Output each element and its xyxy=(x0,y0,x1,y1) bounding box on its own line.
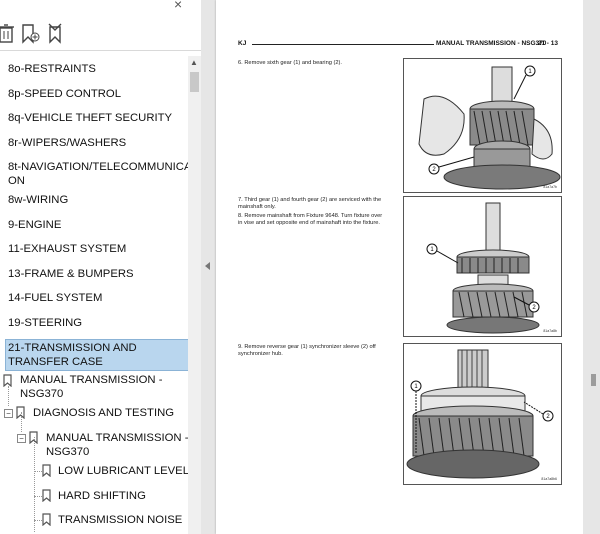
bookmark-icon xyxy=(16,406,25,419)
bookmark-item[interactable]: 8r-WIPERS/WASHERS xyxy=(8,136,126,150)
scrollbar-thumb[interactable] xyxy=(591,374,596,386)
collapse-toggle[interactable]: − xyxy=(17,434,26,443)
bookmark-item-continuation[interactable]: NSG370 xyxy=(20,387,63,401)
gear-illustration: 1 2 xyxy=(406,349,554,479)
bookmark-item-selected[interactable]: 21-TRANSMISSION AND TRANSFER CASE xyxy=(5,339,191,371)
tree-connector xyxy=(34,437,35,532)
bookmark-item[interactable]: 13-FRAME & BUMPERS xyxy=(8,267,134,281)
bookmarks-scrollbar[interactable]: ▲ xyxy=(188,56,201,534)
bookmark-item[interactable]: 9-ENGINE xyxy=(8,218,61,232)
bookmark-item[interactable]: 19-STEERING xyxy=(8,316,82,330)
bookmark-item[interactable]: 8q-VEHICLE THEFT SECURITY xyxy=(8,111,172,125)
bookmark-item[interactable]: 14-FUEL SYSTEM xyxy=(8,291,102,305)
collapse-panel-arrow-icon[interactable] xyxy=(205,262,210,270)
header-rule xyxy=(252,44,434,45)
scrollbar-thumb[interactable] xyxy=(190,72,199,92)
figure-id: 81a7a8b xyxy=(543,329,557,333)
collapse-toggle[interactable]: − xyxy=(4,409,13,418)
bookmark-item[interactable]: 8t-NAVIGATION/TELECOMMUNICATI xyxy=(8,160,201,174)
header-title: MANUAL TRANSMISSION - NSG370 xyxy=(436,40,547,47)
figure-sixth-gear: 1 2 81a7a7b xyxy=(403,58,562,193)
figure-reverse-gear: 1 2 81a7a8b6 xyxy=(403,343,562,485)
bookmark-tree: 8o-RESTRAINTS 8p-SPEED CONTROL 8q-VEHICL… xyxy=(0,56,201,534)
bookmark-item[interactable]: HARD SHIFTING xyxy=(58,489,146,503)
step-text: 6. Remove sixth gear (1) and bearing (2)… xyxy=(238,60,343,66)
tree-connector xyxy=(8,386,9,406)
figure-id: 81a7a8b6 xyxy=(541,477,557,481)
bookmark-item[interactable]: TRANSMISSION NOISE xyxy=(58,513,182,527)
bookmark-item[interactable]: 8w-WIRING xyxy=(8,193,68,207)
bookmark-icon xyxy=(42,489,51,502)
step-text: 9. Remove reverse gear (1) synchronizer … xyxy=(238,344,376,357)
gear-illustration: 1 2 xyxy=(426,202,540,334)
bookmark-item[interactable]: 8p-SPEED CONTROL xyxy=(8,87,121,101)
tree-connector xyxy=(34,520,42,521)
bookmark-item[interactable]: LOW LUBRICANT LEVEL xyxy=(58,464,189,478)
bookmark-icon xyxy=(42,464,51,477)
delete-bookmark-icon[interactable] xyxy=(0,22,16,44)
bookmark-item[interactable]: 8o-RESTRAINTS xyxy=(8,62,96,76)
panel-splitter[interactable] xyxy=(201,0,216,534)
pdf-page: KJ MANUAL TRANSMISSION - NSG370 21 - 13 … xyxy=(216,0,583,534)
new-bookmark-icon[interactable] xyxy=(20,22,40,44)
panel-titlebar: × xyxy=(0,0,201,14)
bookmarks-panel: × 8o-RESTRAINTS 8p-SPEED CONTROL 8q-VEHI… xyxy=(0,0,201,534)
tree-connector xyxy=(34,471,42,472)
bookmark-item[interactable]: MANUAL TRANSMISSION - xyxy=(46,431,189,445)
bookmark-item[interactable]: MANUAL TRANSMISSION - xyxy=(20,373,163,387)
tree-connector xyxy=(34,496,42,497)
bookmark-item[interactable]: DIAGNOSIS AND TESTING xyxy=(33,406,174,420)
document-scrollbar[interactable] xyxy=(583,0,600,534)
header-page-number: 21 - 13 xyxy=(537,40,558,47)
bookmark-toolbar xyxy=(0,18,201,51)
header-model: KJ xyxy=(238,40,247,47)
page-header: KJ MANUAL TRANSMISSION - NSG370 21 - 13 xyxy=(238,40,558,52)
figure-mainshaft: 1 2 81a7a8b xyxy=(403,196,562,337)
step-text: 8. Remove mainshaft from Fixture 9648. T… xyxy=(238,213,383,226)
expand-bookmark-icon[interactable] xyxy=(46,22,66,44)
scroll-up-arrow-icon[interactable]: ▲ xyxy=(190,58,198,67)
bookmark-icon xyxy=(42,513,51,526)
gear-illustration: 1 2 xyxy=(418,65,561,190)
bookmark-item[interactable]: 11-EXHAUST SYSTEM xyxy=(8,242,126,256)
bookmark-item-continuation[interactable]: ON xyxy=(8,174,25,188)
bookmark-item-continuation[interactable]: NSG370 xyxy=(46,445,89,459)
bookmark-icon xyxy=(29,431,38,444)
figure-id: 81a7a7b xyxy=(543,185,557,189)
bookmark-icon xyxy=(3,374,12,387)
step-text: 7. Third gear (1) and fourth gear (2) ar… xyxy=(238,197,382,210)
close-panel-button[interactable]: × xyxy=(174,0,182,12)
